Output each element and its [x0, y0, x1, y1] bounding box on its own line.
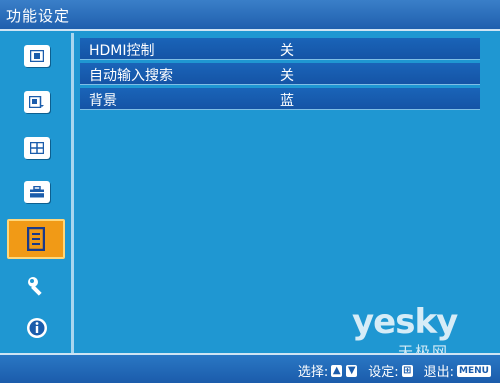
setting-label: HDMI控制 — [89, 43, 155, 59]
sidebar-item-info[interactable] — [9, 311, 65, 345]
enter-key-icon: ⊞ — [401, 364, 413, 377]
setting-value: 蓝 — [280, 93, 294, 109]
setting-value: 关 — [280, 68, 294, 84]
exit-hint-label: 退出: — [423, 365, 455, 380]
key-hints: 选择: ▲ ▼ 设定: ⊞ 退出: MENU — [298, 361, 492, 380]
status-bar: 选择: ▲ ▼ 设定: ⊞ 退出: MENU — [0, 353, 500, 383]
sidebar-item-picture-input[interactable] — [9, 85, 65, 119]
up-key-icon: ▲ — [331, 364, 343, 377]
sidebar-item-maintenance[interactable] — [9, 269, 65, 303]
sidebar-item-screen[interactable] — [9, 131, 65, 165]
setting-label: 背景 — [89, 93, 117, 109]
sidebar-item-picture[interactable] — [9, 39, 65, 73]
category-sidebar — [0, 33, 74, 353]
wrench-icon — [24, 275, 50, 297]
menu-key: MENU — [457, 364, 491, 377]
watermark-en: yesky — [352, 302, 458, 342]
setting-row-background[interactable]: 背景 蓝 — [80, 88, 480, 110]
picture-icon — [24, 45, 50, 67]
sidebar-divider — [71, 33, 74, 353]
title-bar: 功能设定 — [0, 0, 500, 31]
setting-row-auto-input-search[interactable]: 自动输入搜索 关 — [80, 63, 480, 85]
down-key-icon: ▼ — [346, 364, 358, 377]
info-icon — [24, 317, 50, 339]
select-hint-label: 选择: — [297, 365, 329, 380]
screen-layout-icon — [24, 137, 50, 159]
setting-label: 自动输入搜索 — [89, 68, 173, 84]
window-title: 功能设定 — [6, 7, 71, 25]
setting-row-hdmi-control[interactable]: HDMI控制 关 — [80, 38, 480, 60]
toolbox-icon — [24, 181, 50, 203]
function-settings-icon — [23, 227, 49, 251]
confirm-hint-label: 设定: — [368, 365, 399, 380]
sidebar-item-function-settings[interactable] — [7, 219, 65, 259]
setting-value: 关 — [280, 43, 294, 59]
picture-input-icon — [24, 91, 50, 113]
watermark: yesky 天极网 — [352, 302, 458, 361]
sidebar-item-setup[interactable] — [9, 175, 65, 209]
